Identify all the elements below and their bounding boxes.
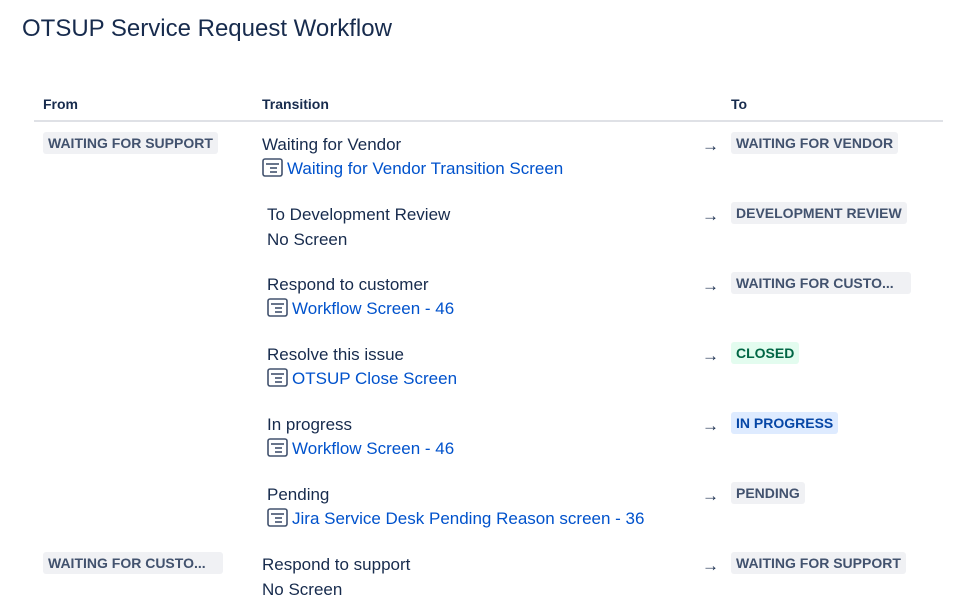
screen-icon xyxy=(267,437,288,457)
transition-name: Pending xyxy=(267,485,330,504)
to-status-lozenge: PENDING xyxy=(731,482,805,504)
arrow-icon: → xyxy=(702,206,719,225)
header-divider xyxy=(34,120,943,122)
transition-screen-link[interactable]: Waiting for Vendor Transition Screen xyxy=(262,157,564,179)
transition-screen-link[interactable]: Workflow Screen - 46 xyxy=(267,297,455,319)
column-header-to: To xyxy=(731,96,748,112)
to-status-lozenge: CLOSED xyxy=(731,342,800,364)
transition-name: Respond to support xyxy=(262,555,411,574)
transition-screen-none: No Screen xyxy=(267,230,347,250)
transition-screen-label: No Screen xyxy=(262,580,343,599)
page-title: OTSUP Service Request Workflow xyxy=(22,15,392,42)
screen-icon xyxy=(267,367,288,387)
transition-name: Resolve this issue xyxy=(267,345,405,364)
arrow-icon: → xyxy=(702,346,719,365)
screen-icon xyxy=(267,297,288,317)
transition-screen-link[interactable]: Jira Service Desk Pending Reason screen … xyxy=(267,507,645,529)
to-status-lozenge: DEVELOPMENT REVIEW xyxy=(731,202,907,224)
transition-name: In progress xyxy=(267,415,353,434)
transition-name: To Development Review xyxy=(267,205,451,224)
transition-screen-label: OTSUP Close Screen xyxy=(292,369,458,388)
transition-screen-label: Workflow Screen - 46 xyxy=(292,439,455,458)
transition-name: Respond to customer xyxy=(267,275,429,294)
to-status-lozenge: IN PROGRESS xyxy=(731,412,839,434)
column-header-from: From xyxy=(43,96,78,112)
to-status-lozenge: WAITING FOR CUSTO... xyxy=(731,272,911,294)
arrow-icon: → xyxy=(702,276,719,295)
transition-name: Waiting for Vendor xyxy=(262,135,402,154)
transition-screen-label: Waiting for Vendor Transition Screen xyxy=(287,159,564,178)
arrow-icon: → xyxy=(702,416,719,435)
transition-screen-link[interactable]: OTSUP Close Screen xyxy=(267,367,458,389)
to-status-lozenge: WAITING FOR SUPPORT xyxy=(731,552,906,574)
screen-icon xyxy=(262,157,283,177)
transition-screen-label: No Screen xyxy=(267,230,348,249)
transition-screen-label: Workflow Screen - 46 xyxy=(292,299,455,318)
arrow-icon: → xyxy=(702,136,719,155)
from-status-lozenge: WAITING FOR SUPPORT xyxy=(43,132,218,154)
transition-screen-link[interactable]: Workflow Screen - 46 xyxy=(267,437,455,459)
to-status-lozenge: WAITING FOR VENDOR xyxy=(731,132,899,154)
arrow-icon: → xyxy=(702,486,719,505)
transition-screen-label: Jira Service Desk Pending Reason screen … xyxy=(292,509,645,528)
from-status-lozenge: WAITING FOR CUSTO... xyxy=(43,552,223,574)
column-header-transition: Transition xyxy=(262,96,329,112)
arrow-icon: → xyxy=(702,556,719,575)
screen-icon xyxy=(267,507,288,527)
transition-screen-none: No Screen xyxy=(262,580,342,600)
